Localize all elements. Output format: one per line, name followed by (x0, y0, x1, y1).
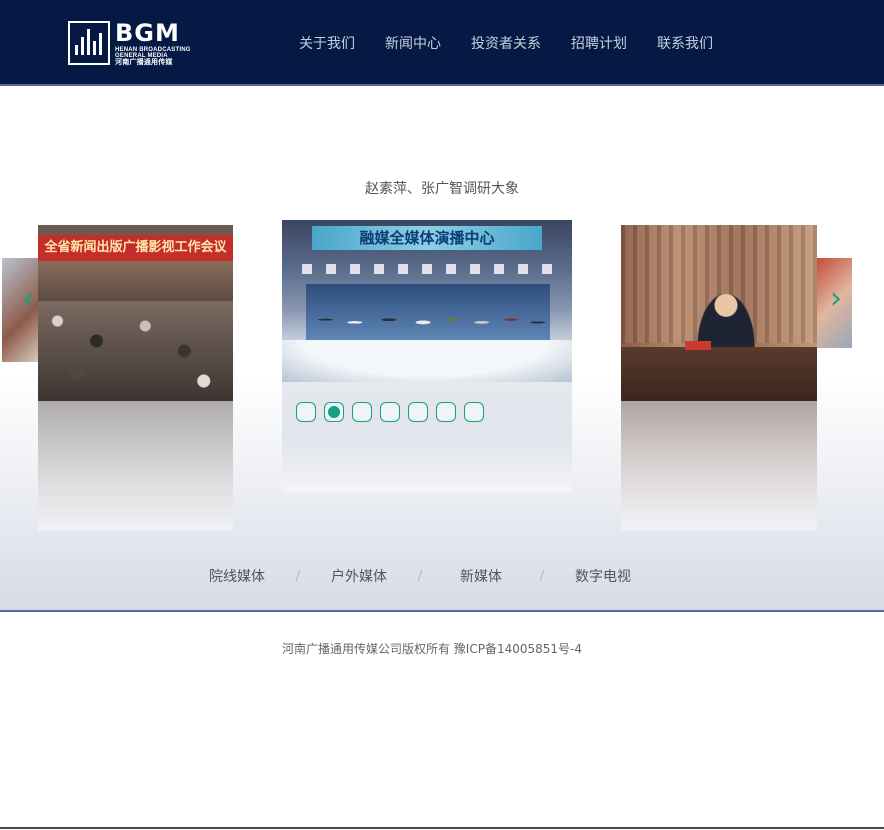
page: BGM HENAN BROADCASTING GENERAL MEDIA 河南广… (0, 0, 884, 830)
bgm-logo[interactable]: BGM HENAN BROADCASTING GENERAL MEDIA 河南广… (68, 19, 190, 67)
slide-caption: 赵素萍、张广智调研大象 (365, 181, 519, 197)
carousel-dot-3[interactable] (352, 402, 372, 422)
carousel-dot-1[interactable] (296, 402, 316, 422)
carousel-dot-5[interactable] (408, 402, 428, 422)
nav-about[interactable]: 关于我们 (284, 34, 370, 54)
carousel-section: 赵素萍、张广智调研大象 全省新闻出版广播影视工作会议 融媒全媒体演播中心 ‹ › (0, 88, 884, 612)
main-nav: 关于我们 新闻中心 投资者关系 招聘计划 联系我们 (284, 34, 728, 54)
nav-careers[interactable]: 招聘计划 (556, 34, 642, 54)
category-digital-tv[interactable]: 数字电视 (546, 566, 660, 586)
category-outdoor-media[interactable]: 户外媒体 (302, 566, 416, 586)
slide-center-reflection (282, 382, 572, 492)
slide-conference-photo[interactable]: 全省新闻出版广播影视工作会议 (38, 225, 233, 401)
nav-investors[interactable]: 投资者关系 (456, 34, 556, 54)
nav-news[interactable]: 新闻中心 (370, 34, 456, 54)
category-separator: / (295, 568, 301, 584)
slide-speaker-photo[interactable] (621, 225, 817, 401)
logo-sub-line-3: 河南广播通用传媒 (115, 59, 173, 66)
media-categories: 院线媒体 / 户外媒体 / 新媒体 / 数字电视 (180, 566, 700, 586)
studio-banner: 融媒全媒体演播中心 (312, 226, 542, 250)
sound-wave-icon (68, 21, 110, 65)
footer-copyright: 河南广播通用传媒公司版权所有 豫ICP备14005851号-4 (281, 642, 582, 656)
category-separator: / (539, 568, 545, 584)
carousel-dot-4[interactable] (380, 402, 400, 422)
logo-name: BGM (115, 19, 180, 47)
site-header: BGM HENAN BROADCASTING GENERAL MEDIA 河南广… (0, 0, 884, 86)
carousel-dot-6[interactable] (436, 402, 456, 422)
carousel-dot-7[interactable] (464, 402, 484, 422)
category-cinema-media[interactable]: 院线媒体 (180, 566, 294, 586)
slide-right-reflection (621, 401, 817, 531)
slide-studio-photo[interactable]: 融媒全媒体演播中心 (282, 220, 572, 382)
bottom-divider (0, 827, 884, 829)
slide-left-reflection (38, 401, 233, 531)
nav-contact[interactable]: 联系我们 (642, 34, 728, 54)
carousel-dots (296, 402, 484, 422)
conference-banner: 全省新闻出版广播影视工作会议 (38, 235, 233, 261)
chevron-right-icon[interactable]: › (826, 284, 846, 318)
carousel-dot-2[interactable] (324, 402, 344, 422)
category-separator: / (417, 568, 423, 584)
chevron-left-icon[interactable]: ‹ (18, 284, 38, 318)
group-photo-image (306, 290, 550, 344)
category-new-media[interactable]: 新媒体 (424, 566, 538, 586)
audience-image (38, 301, 233, 401)
